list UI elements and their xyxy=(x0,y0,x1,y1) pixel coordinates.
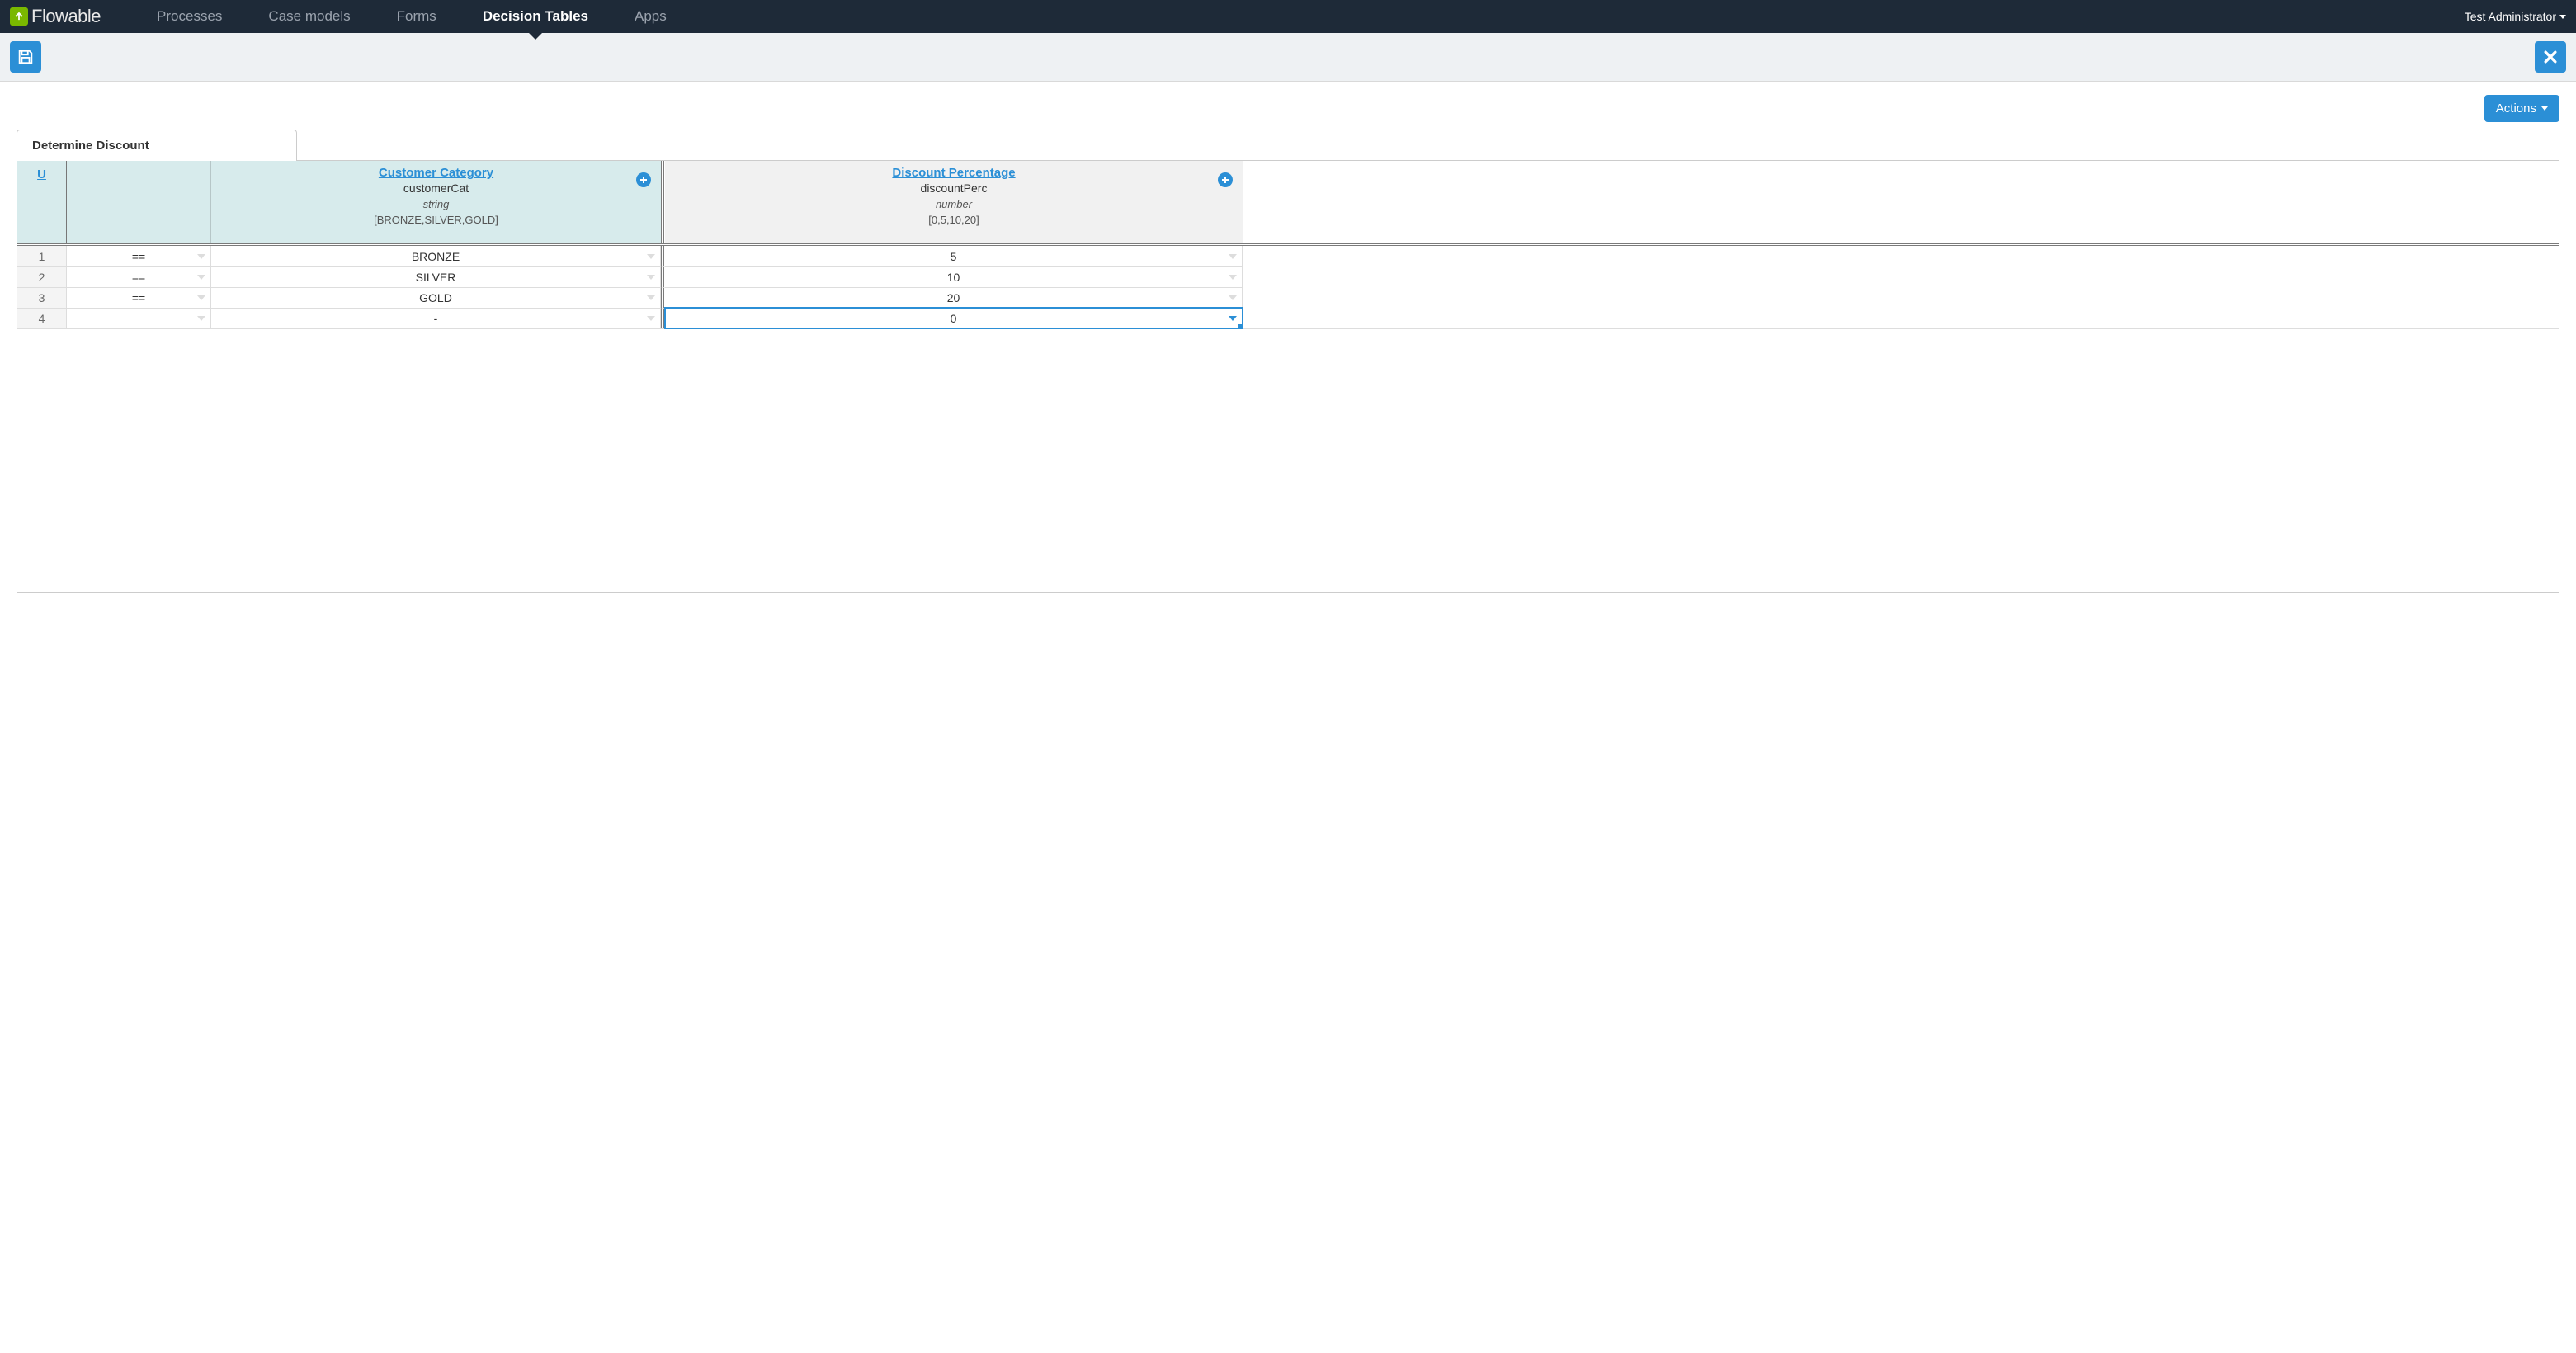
operator-cell[interactable]: == xyxy=(67,266,211,287)
decision-table-tab[interactable]: Determine Discount xyxy=(17,130,297,161)
operator-header xyxy=(67,161,211,243)
dropdown-icon[interactable] xyxy=(197,275,205,280)
close-button[interactable] xyxy=(2535,41,2566,73)
nav-item-apps[interactable]: Apps xyxy=(611,0,690,33)
output-column-variable: discountPerc xyxy=(673,182,1234,195)
close-icon xyxy=(2542,49,2559,65)
output-value-cell[interactable]: 5 xyxy=(665,246,1243,266)
nav-items: ProcessesCase modelsFormsDecision Tables… xyxy=(134,0,690,33)
hit-policy-link[interactable]: U xyxy=(37,167,46,182)
dropdown-icon[interactable] xyxy=(647,316,655,321)
plus-icon xyxy=(1221,176,1229,184)
chevron-down-icon xyxy=(2541,106,2548,111)
save-button[interactable] xyxy=(10,41,41,73)
input-value-cell[interactable]: SILVER xyxy=(211,266,661,287)
operator-cell[interactable]: == xyxy=(67,246,211,266)
user-name: Test Administrator xyxy=(2465,10,2556,23)
input-column-values: [BRONZE,SILVER,GOLD] xyxy=(219,214,653,226)
table-header: U Customer Category customerCat string [… xyxy=(17,161,2559,243)
dropdown-icon[interactable] xyxy=(647,295,655,300)
dropdown-icon[interactable] xyxy=(1229,295,1237,300)
operator-cell[interactable]: == xyxy=(67,287,211,308)
dropdown-icon[interactable] xyxy=(1229,254,1237,259)
brand-logo[interactable]: Flowable xyxy=(10,6,101,27)
table-row: 2==SILVER10 xyxy=(17,266,2559,287)
table-row: 4 -0 xyxy=(17,308,2559,328)
output-value-cell[interactable]: 10 xyxy=(665,266,1243,287)
add-input-column-button[interactable] xyxy=(636,172,651,187)
brand-icon xyxy=(10,7,28,26)
row-number: 2 xyxy=(17,266,67,287)
hit-policy-cell[interactable]: U xyxy=(17,161,67,243)
input-value-cell[interactable]: BRONZE xyxy=(211,246,661,266)
row-number: 3 xyxy=(17,287,67,308)
input-column-type: string xyxy=(219,198,653,210)
input-column-title[interactable]: Customer Category xyxy=(219,166,653,180)
brand-text: Flowable xyxy=(31,6,101,27)
nav-item-forms[interactable]: Forms xyxy=(374,0,460,33)
input-value-cell[interactable]: GOLD xyxy=(211,287,661,308)
dropdown-icon[interactable] xyxy=(197,295,205,300)
nav-item-case-models[interactable]: Case models xyxy=(245,0,373,33)
dropdown-icon[interactable] xyxy=(1229,275,1237,280)
nav-item-decision-tables[interactable]: Decision Tables xyxy=(460,0,611,33)
dropdown-icon[interactable] xyxy=(197,254,205,259)
navbar: Flowable ProcessesCase modelsFormsDecisi… xyxy=(0,0,2576,33)
table-row: 3==GOLD20 xyxy=(17,287,2559,308)
add-output-column-button[interactable] xyxy=(1218,172,1233,187)
table-row: 1==BRONZE5 xyxy=(17,246,2559,266)
actions-bar: Actions xyxy=(0,82,2576,127)
table-body: 1==BRONZE52==SILVER103==GOLD204-0 xyxy=(17,243,2559,328)
output-column-values: [0,5,10,20] xyxy=(673,214,1234,226)
operator-cell[interactable] xyxy=(67,308,211,328)
dropdown-icon[interactable] xyxy=(647,254,655,259)
table-empty-area xyxy=(17,328,2559,592)
user-menu[interactable]: Test Administrator xyxy=(2465,10,2566,23)
row-number: 4 xyxy=(17,308,67,328)
output-column-header[interactable]: Discount Percentage discountPerc number … xyxy=(665,161,1243,243)
dropdown-icon[interactable] xyxy=(1229,316,1237,321)
output-value-cell[interactable]: 0 xyxy=(665,308,1243,328)
save-icon xyxy=(17,48,35,66)
dropdown-icon[interactable] xyxy=(197,316,205,321)
editor-content: Determine Discount U Customer Category c… xyxy=(0,127,2576,610)
input-column-variable: customerCat xyxy=(219,182,653,195)
output-column-type: number xyxy=(673,198,1234,210)
dropdown-icon[interactable] xyxy=(647,275,655,280)
tab-title: Determine Discount xyxy=(32,139,149,153)
input-column-header[interactable]: Customer Category customerCat string [BR… xyxy=(211,161,661,243)
actions-label: Actions xyxy=(2496,101,2536,116)
nav-item-processes[interactable]: Processes xyxy=(134,0,245,33)
decision-table-editor: U Customer Category customerCat string [… xyxy=(17,160,2559,593)
row-number: 1 xyxy=(17,246,67,266)
input-value-cell[interactable]: - xyxy=(211,308,661,328)
chevron-down-icon xyxy=(2559,15,2566,19)
output-column-title[interactable]: Discount Percentage xyxy=(673,166,1234,180)
editor-toolbar xyxy=(0,33,2576,82)
plus-icon xyxy=(639,176,648,184)
output-value-cell[interactable]: 20 xyxy=(665,287,1243,308)
actions-dropdown[interactable]: Actions xyxy=(2484,95,2559,122)
